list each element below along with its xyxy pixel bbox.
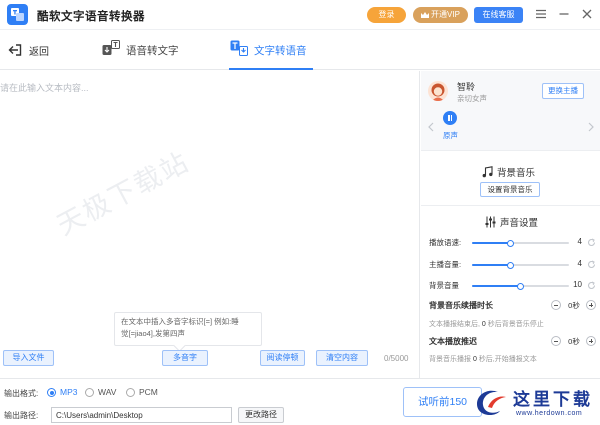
decrement-button[interactable] [551, 336, 561, 346]
text-editor[interactable]: 请在此输入文本内容... 天极下载站 在文本中插入多音字标识[=] 例如:睡 觉… [0, 71, 420, 378]
bgm-volume-value: 10 [573, 280, 582, 289]
increment-button[interactable] [586, 336, 596, 346]
bgm-section-title: 背景音乐 [482, 165, 535, 179]
tip-line-1: 在文本中插入多音字标识[=] 例如:睡 [121, 317, 239, 326]
minimize-icon[interactable] [557, 7, 571, 21]
online-service-button[interactable]: 在线客服 [474, 7, 523, 23]
reset-icon[interactable] [587, 281, 596, 290]
tab-bar: 返回 语音转文字 文字转语音 [0, 30, 600, 70]
bgm-duration-value[interactable]: 0秒 [565, 300, 583, 311]
pause-icon[interactable] [443, 111, 457, 125]
reset-icon[interactable] [587, 238, 596, 247]
character-count: 0/5000 [384, 354, 409, 363]
title-bar: 酷软文字语音转换器 登录 开通VIP 在线客服 [0, 0, 600, 30]
watermark: 天极下载站 [52, 146, 195, 241]
text-delay-label: 文本播放推迟 [429, 337, 477, 346]
site-watermark-logo: 这里下载 www.herdown.com [470, 379, 600, 425]
app-title: 酷软文字语音转换器 [37, 11, 145, 23]
bgm-volume-slider[interactable] [472, 282, 569, 290]
equalizer-icon [485, 216, 496, 228]
chevron-left-icon[interactable] [427, 122, 435, 132]
brand-url: www.herdown.com [516, 410, 583, 417]
host-volume-slider-row: 主播音量: 4 [427, 259, 597, 271]
reset-icon[interactable] [587, 260, 596, 269]
original-voice-label: 原声 [443, 131, 458, 140]
close-icon[interactable] [580, 7, 594, 21]
back-icon [8, 44, 22, 56]
reading-pause-button[interactable]: 阅读停顿 [260, 350, 305, 366]
text-delay-value[interactable]: 0秒 [565, 336, 583, 347]
import-file-button[interactable]: 导入文件 [3, 350, 54, 366]
menu-icon[interactable] [534, 7, 548, 21]
voice-description: 亲切女声 [457, 94, 487, 103]
sound-section-title: 声音设置 [485, 215, 538, 229]
host-volume-slider-thumb[interactable] [507, 261, 515, 269]
output-path-input[interactable] [51, 407, 232, 423]
tab-text-to-speech[interactable]: 文字转语音 [230, 38, 315, 70]
sound-title-label: 声音设置 [500, 218, 539, 229]
path-label: 输出路径: [4, 411, 39, 420]
text-to-speech-icon [230, 40, 248, 56]
settings-panel: 智聆 亲切女声 更换主播 原声 背景音乐 设置背景音乐 声音设置 播放语速: 4… [421, 71, 600, 378]
speech-to-text-icon [102, 40, 120, 55]
open-vip-button[interactable]: 开通VIP [413, 7, 468, 23]
app-logo-icon [7, 4, 28, 25]
tip-line-2: 觉[=jiao4],发第四声 [121, 329, 185, 338]
voice-card: 智聆 亲切女声 更换主播 原声 [421, 71, 600, 151]
speed-slider[interactable] [472, 239, 569, 247]
format-label: 输出格式: [4, 389, 39, 398]
active-tab-indicator [229, 68, 313, 70]
change-voice-button[interactable]: 更换主播 [542, 83, 584, 99]
speed-slider-thumb[interactable] [507, 239, 515, 247]
bgm-duration-label: 背景音乐续播时长 [429, 301, 493, 310]
clear-content-button[interactable]: 清空内容 [316, 350, 368, 366]
tab-text-to-speech-label: 文字转语音 [254, 45, 307, 57]
chevron-right-icon[interactable] [587, 122, 595, 132]
change-path-button[interactable]: 更改路径 [238, 407, 284, 423]
bgm-volume-slider-row: 背景音量 10 [427, 280, 597, 292]
host-volume-label: 主播音量: [429, 260, 462, 269]
section-divider [421, 205, 600, 206]
tab-speech-to-text-label: 语音转文字 [126, 45, 179, 57]
decrement-button[interactable] [551, 300, 561, 310]
bgm-volume-label: 背景音量 [429, 281, 459, 290]
bgm-volume-slider-thumb[interactable] [517, 282, 524, 290]
brand-text: 这里下载 [513, 390, 593, 409]
login-button[interactable]: 登录 [367, 7, 406, 23]
host-volume-slider[interactable] [472, 261, 569, 269]
voice-name: 智聆 [457, 82, 476, 92]
open-vip-label: 开通VIP [431, 10, 460, 19]
voice-avatar [428, 81, 448, 101]
music-note-icon [482, 166, 493, 178]
crown-icon [421, 11, 430, 18]
editor-placeholder: 请在此输入文本内容... [0, 83, 89, 93]
swoosh-logo-icon [477, 390, 506, 416]
increment-button[interactable] [586, 300, 596, 310]
tab-speech-to-text[interactable]: 语音转文字 [102, 38, 197, 70]
back-label: 返回 [29, 47, 49, 58]
speed-label: 播放语速: [429, 238, 462, 247]
polyphone-button[interactable]: 多音字 [162, 350, 208, 366]
output-settings: 输出格式: MP3 WAV PCM 输出路径: 更改路径 试听前150 这里下载… [0, 378, 600, 425]
set-bgm-button[interactable]: 设置背景音乐 [480, 182, 540, 197]
speed-slider-row: 播放语速: 4 [427, 237, 597, 249]
bgm-title-label: 背景音乐 [497, 168, 536, 179]
text-delay-stepper: 文本播放推迟 0秒 [427, 336, 597, 348]
speed-value: 4 [577, 237, 582, 246]
polyphone-tip: 在文本中插入多音字标识[=] 例如:睡 觉[=jiao4],发第四声 [114, 312, 262, 346]
host-volume-value: 4 [577, 259, 582, 268]
text-delay-hint: 背景音乐播报 0 秒后,开始播报文本 [429, 356, 537, 363]
bgm-duration-hint: 文本播报结束后, 0 秒后背景音乐停止 [429, 321, 544, 328]
bgm-duration-stepper: 背景音乐续播时长 0秒 [427, 300, 597, 312]
